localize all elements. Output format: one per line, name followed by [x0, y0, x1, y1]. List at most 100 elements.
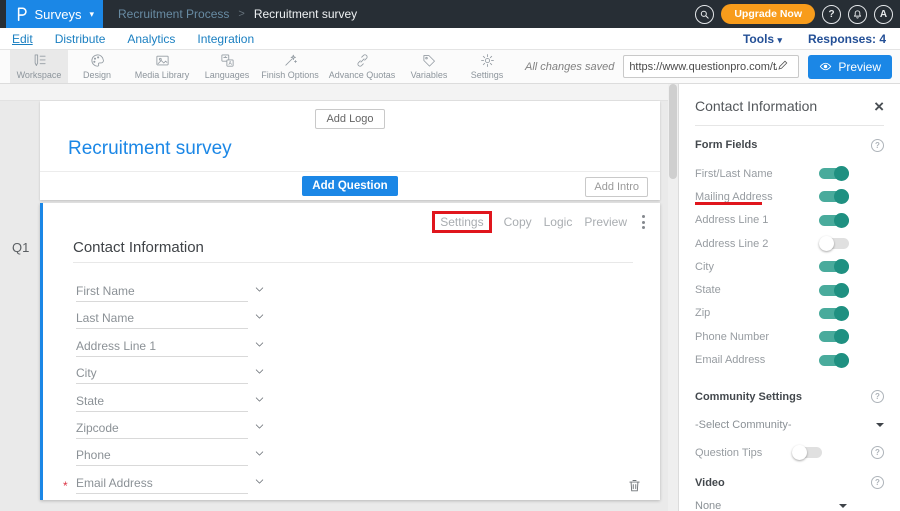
action-settings[interactable]: Settings	[432, 211, 491, 233]
tab-edit[interactable]: Edit	[12, 32, 33, 46]
action-logic[interactable]: Logic	[544, 215, 573, 229]
video-heading-row: Video ?	[695, 477, 884, 489]
toggle-switch[interactable]	[819, 261, 849, 272]
toggle-switch[interactable]	[819, 308, 849, 319]
field-label: Phone	[76, 448, 111, 462]
tab-analytics[interactable]: Analytics	[127, 32, 175, 46]
field-underline	[76, 438, 248, 439]
chevron-down-icon[interactable]	[253, 447, 266, 460]
form-field-row[interactable]: * City	[73, 360, 633, 387]
form-field-toggles: First/Last Name Mailing Address Address …	[695, 162, 884, 372]
toggle-label: City	[695, 261, 819, 273]
toolbar-item-settings[interactable]: Settings	[458, 50, 516, 83]
help-icon[interactable]: ?	[871, 139, 884, 152]
chevron-down-icon[interactable]	[253, 283, 266, 296]
edit-url-button[interactable]	[777, 58, 789, 76]
chevron-down-icon[interactable]	[253, 310, 266, 323]
upgrade-now-button[interactable]: Upgrade Now	[721, 4, 815, 24]
search-button[interactable]	[695, 5, 714, 24]
toolbar-item-design[interactable]: Design	[68, 50, 126, 83]
survey-title[interactable]: Recruitment survey	[40, 129, 660, 160]
help-icon[interactable]: ?	[871, 476, 884, 489]
form-field-row[interactable]: * First Name	[73, 278, 633, 305]
tab-integration[interactable]: Integration	[197, 32, 254, 46]
chevron-down-icon[interactable]	[253, 420, 266, 433]
toolbar-item-languages[interactable]: A Languages	[198, 50, 256, 83]
surveys-menu[interactable]: Surveys ▾	[6, 0, 103, 28]
form-field-row[interactable]: * Email Address	[73, 470, 633, 497]
toggle-knob	[834, 166, 849, 181]
action-copy[interactable]: Copy	[504, 215, 532, 229]
help-icon[interactable]: ?	[871, 446, 884, 459]
close-icon[interactable]: ×	[874, 98, 884, 115]
toggle-switch[interactable]	[819, 215, 849, 226]
community-settings-heading-row: Community Settings ?	[695, 391, 884, 403]
question-actions: Settings Copy Logic Preview	[432, 211, 648, 233]
add-logo-button[interactable]: Add Logo	[315, 109, 384, 129]
toggle-knob	[834, 283, 849, 298]
toolbar-item-advance-quotas[interactable]: Advance Quotas	[324, 50, 400, 83]
tab-distribute[interactable]: Distribute	[55, 32, 106, 46]
more-options-icon[interactable]	[639, 213, 648, 231]
tools-menu[interactable]: Tools ▾	[743, 32, 782, 46]
form-field-row[interactable]: * State	[73, 388, 633, 415]
sidebar-header: Contact Information ×	[695, 96, 884, 116]
toggle-knob	[792, 445, 807, 460]
toolbar-item-media-library[interactable]: Media Library	[126, 50, 198, 83]
toggle-switch[interactable]	[819, 331, 849, 342]
content-area: Q1 Add Logo Recruitment survey Add Quest…	[0, 84, 900, 511]
help-icon[interactable]: ?	[871, 390, 884, 403]
field-label: Email Address	[76, 476, 153, 490]
question-tips-toggle[interactable]	[792, 447, 822, 458]
chevron-down-icon: ▾	[777, 35, 782, 45]
chevron-down-icon[interactable]	[253, 338, 266, 351]
survey-card-footer: Add Question Add Intro	[40, 171, 660, 200]
toggle-label: State	[695, 284, 819, 296]
avatar[interactable]: A	[874, 5, 893, 24]
responses-count[interactable]: Responses: 4	[808, 32, 886, 46]
chevron-down-icon: ▾	[89, 9, 94, 20]
survey-url-input[interactable]	[629, 61, 777, 73]
sidebar-title: Contact Information	[695, 98, 817, 114]
delete-question-button[interactable]	[627, 478, 642, 493]
form-field-row[interactable]: * Address Line 1	[73, 333, 633, 360]
chevron-down-icon[interactable]	[253, 365, 266, 378]
toggle-switch[interactable]	[819, 238, 849, 249]
toggle-switch[interactable]	[819, 285, 849, 296]
form-field-toggle-row: Phone Number	[695, 325, 884, 348]
chevron-down-icon[interactable]	[253, 393, 266, 406]
palette-icon	[90, 53, 105, 68]
help-button[interactable]: ?	[822, 5, 841, 24]
add-question-button[interactable]: Add Question	[302, 176, 397, 196]
breadcrumb-parent[interactable]: Recruitment Process	[118, 7, 229, 21]
toolbar-item-finish-options[interactable]: Finish Options	[256, 50, 324, 83]
field-underline	[76, 328, 248, 329]
action-preview[interactable]: Preview	[584, 215, 627, 229]
form-field-row[interactable]: * Zipcode	[73, 415, 633, 442]
toggle-label: First/Last Name	[695, 168, 819, 180]
field-underline	[76, 301, 248, 302]
toggle-switch[interactable]	[819, 355, 849, 366]
toolbar-item-label: Advance Quotas	[329, 70, 396, 80]
video-section: Video ? None	[695, 477, 884, 511]
toggle-switch[interactable]	[819, 191, 849, 202]
survey-toolbar: Workspace Design Media Library A Languag…	[0, 50, 900, 84]
toggle-label: Address Line 1	[695, 214, 819, 226]
add-intro-button[interactable]: Add Intro	[585, 177, 648, 197]
form-field-row[interactable]: * Last Name	[73, 305, 633, 332]
form-field-row[interactable]: * Phone	[73, 442, 633, 469]
community-select[interactable]: -Select Community-	[695, 414, 884, 436]
notifications-button[interactable]	[848, 5, 867, 24]
form-fields-heading-row: Form Fields ?	[695, 139, 884, 151]
field-underline	[76, 411, 248, 412]
toolbar-item-variables[interactable]: Variables	[400, 50, 458, 83]
preview-button[interactable]: Preview	[808, 55, 892, 79]
question-title[interactable]: Contact Information	[73, 239, 204, 256]
toolbar-item-workspace[interactable]: Workspace	[10, 50, 68, 83]
chevron-down-icon[interactable]	[253, 475, 266, 488]
video-select[interactable]: None	[695, 497, 847, 511]
scrollbar-thumb[interactable]	[669, 84, 677, 179]
toggle-switch[interactable]	[819, 168, 849, 179]
translate-icon: A	[220, 53, 235, 68]
toggle-knob	[834, 353, 849, 368]
